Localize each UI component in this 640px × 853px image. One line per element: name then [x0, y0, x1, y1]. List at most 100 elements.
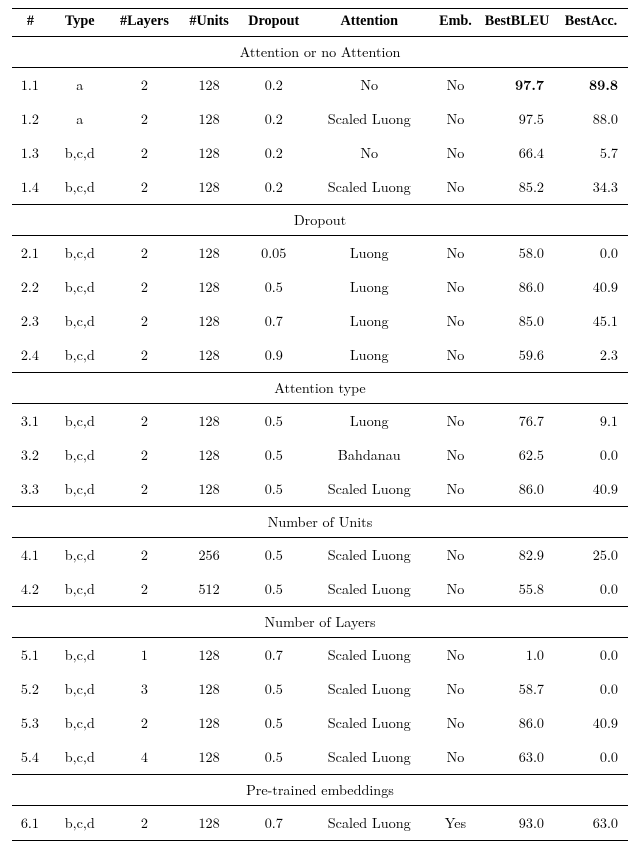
- cell-dropout: 0.2: [240, 170, 308, 205]
- cell-acc: 0.0: [554, 740, 628, 775]
- cell-dropout: 0.5: [240, 472, 308, 507]
- cell-bleu: 62.5: [480, 438, 554, 472]
- section-title-row: Dropout: [12, 205, 628, 236]
- table-row: 5.3b,c,d21280.5Scaled LuongNo86.040.9: [12, 706, 628, 740]
- cell-acc: 0.0: [554, 572, 628, 607]
- cell-layers: 2: [111, 236, 179, 271]
- cell-layers: 2: [111, 404, 179, 439]
- cell-type: b,c,d: [49, 170, 111, 205]
- cell-layers: 2: [111, 438, 179, 472]
- cell-bleu: 93.0: [480, 806, 554, 841]
- col-bleu: BestBLEU: [480, 9, 554, 37]
- cell-acc: 88.0: [554, 102, 628, 136]
- cell-bleu: 97.5: [480, 102, 554, 136]
- cell-attention: Scaled Luong: [308, 472, 431, 507]
- cell-bleu: 58.7: [480, 672, 554, 706]
- cell-num: 4.2: [12, 572, 49, 607]
- table-row: 1.2a21280.2Scaled LuongNo97.588.0: [12, 102, 628, 136]
- cell-dropout: 0.5: [240, 538, 308, 573]
- cell-acc: 0.0: [554, 438, 628, 472]
- cell-type: b,c,d: [49, 270, 111, 304]
- cell-num: 1.1: [12, 68, 49, 103]
- cell-num: 2.1: [12, 236, 49, 271]
- cell-acc: 2.3: [554, 338, 628, 373]
- section-title-row: Attention type: [12, 373, 628, 404]
- cell-emb: No: [431, 638, 480, 673]
- cell-acc: 40.9: [554, 270, 628, 304]
- table-section: Dropout2.1b,c,d21280.05LuongNo58.00.02.2…: [12, 205, 628, 373]
- cell-type: b,c,d: [49, 672, 111, 706]
- cell-type: b,c,d: [49, 638, 111, 673]
- cell-num: 5.3: [12, 706, 49, 740]
- cell-units: 128: [178, 270, 240, 304]
- col-units: #Units: [178, 9, 240, 37]
- cell-bleu: 59.6: [480, 338, 554, 373]
- cell-dropout: 0.5: [240, 672, 308, 706]
- cell-bleu: 86.0: [480, 472, 554, 507]
- cell-type: b,c,d: [49, 338, 111, 373]
- cell-emb: No: [431, 438, 480, 472]
- cell-units: 128: [178, 102, 240, 136]
- col-attention: Attention: [308, 9, 431, 37]
- cell-acc: 25.0: [554, 538, 628, 573]
- cell-dropout: 0.2: [240, 68, 308, 103]
- cell-attention: Scaled Luong: [308, 638, 431, 673]
- cell-acc: 0.0: [554, 236, 628, 271]
- table-row: 1.1a21280.2NoNo97.789.8: [12, 68, 628, 103]
- cell-type: b,c,d: [49, 404, 111, 439]
- cell-attention: No: [308, 68, 431, 103]
- table-row: 4.1b,c,d22560.5Scaled LuongNo82.925.0: [12, 538, 628, 573]
- cell-attention: Luong: [308, 304, 431, 338]
- cell-type: a: [49, 102, 111, 136]
- col-emb: Emb.: [431, 9, 480, 37]
- cell-attention: Luong: [308, 270, 431, 304]
- cell-units: 128: [178, 236, 240, 271]
- section-title-row: Pre-trained embeddings: [12, 775, 628, 806]
- col-acc: BestAcc.: [554, 9, 628, 37]
- col-type: Type: [49, 9, 111, 37]
- table-row: 4.2b,c,d25120.5Scaled LuongNo55.80.0: [12, 572, 628, 607]
- table-row: 2.1b,c,d21280.05LuongNo58.00.0: [12, 236, 628, 271]
- cell-attention: Luong: [308, 236, 431, 271]
- cell-bleu: 66.4: [480, 136, 554, 170]
- cell-emb: No: [431, 740, 480, 775]
- cell-units: 128: [178, 170, 240, 205]
- cell-units: 128: [178, 706, 240, 740]
- cell-acc: 0.0: [554, 638, 628, 673]
- table-row: 1.3b,c,d21280.2NoNo66.45.7: [12, 136, 628, 170]
- cell-emb: No: [431, 472, 480, 507]
- cell-dropout: 0.05: [240, 236, 308, 271]
- cell-units: 128: [178, 672, 240, 706]
- cell-attention: Luong: [308, 404, 431, 439]
- table-row: 3.3b,c,d21280.5Scaled LuongNo86.040.9: [12, 472, 628, 507]
- cell-type: b,c,d: [49, 706, 111, 740]
- cell-num: 1.2: [12, 102, 49, 136]
- cell-num: 5.2: [12, 672, 49, 706]
- cell-bleu: 55.8: [480, 572, 554, 607]
- cell-bleu: 86.0: [480, 706, 554, 740]
- cell-units: 128: [178, 638, 240, 673]
- section-title: Number of Layers: [12, 607, 628, 638]
- cell-emb: No: [431, 338, 480, 373]
- cell-type: b,c,d: [49, 572, 111, 607]
- cell-units: 128: [178, 304, 240, 338]
- table-row: 3.1b,c,d21280.5LuongNo76.79.1: [12, 404, 628, 439]
- cell-num: 3.1: [12, 404, 49, 439]
- cell-attention: Bahdanau: [308, 438, 431, 472]
- cell-bleu: 82.9: [480, 538, 554, 573]
- section-title-row: Attention or no Attention: [12, 37, 628, 68]
- table-row: 6.1b,c,d21280.7Scaled LuongYes93.063.0: [12, 806, 628, 841]
- section-title: Pre-trained embeddings: [12, 775, 628, 806]
- col-num: #: [12, 9, 49, 37]
- cell-bleu: 97.7: [480, 68, 554, 103]
- cell-emb: Yes: [431, 806, 480, 841]
- cell-units: 128: [178, 472, 240, 507]
- cell-layers: 1: [111, 638, 179, 673]
- section-title-row: Number of Layers: [12, 607, 628, 638]
- cell-attention: No: [308, 136, 431, 170]
- cell-dropout: 0.5: [240, 572, 308, 607]
- cell-acc: 9.1: [554, 404, 628, 439]
- cell-num: 6.1: [12, 806, 49, 841]
- cell-emb: No: [431, 304, 480, 338]
- cell-bleu: 85.2: [480, 170, 554, 205]
